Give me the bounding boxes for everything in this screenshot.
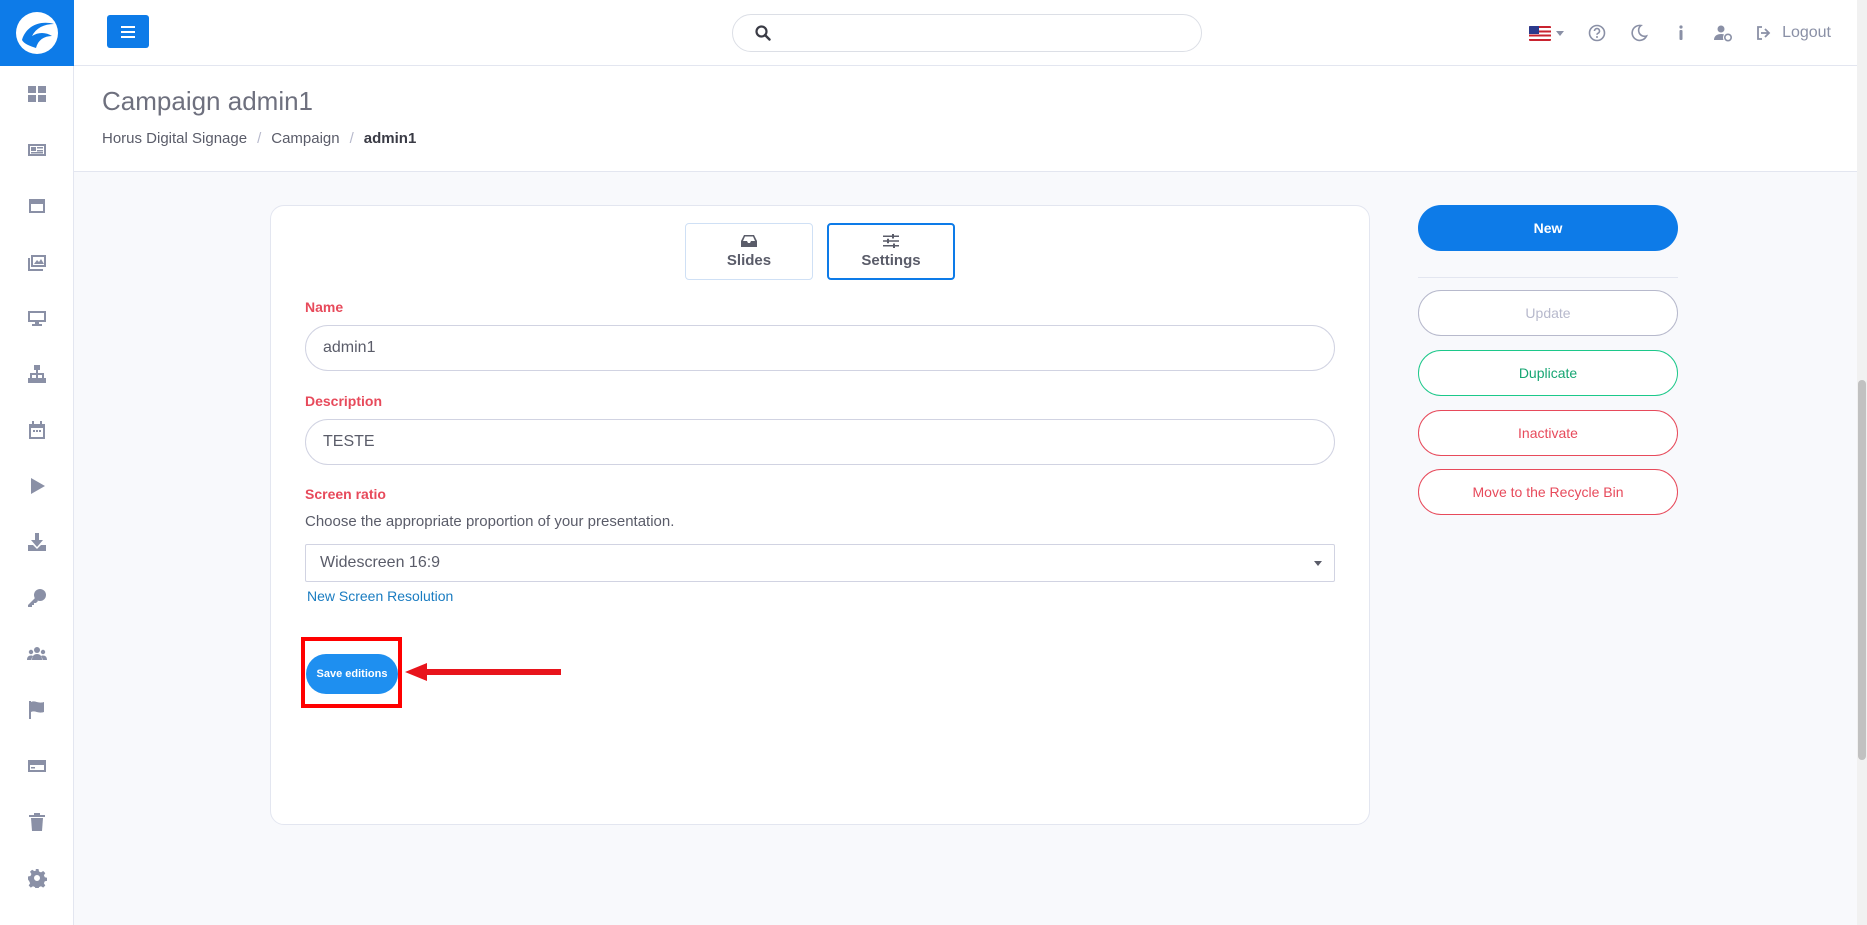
page-header: Campaign admin1 Horus Digital Signage / … (74, 66, 1867, 172)
sidebar-item-campaigns[interactable] (0, 458, 73, 514)
play-icon (30, 478, 45, 494)
sidebar-item-billing[interactable] (0, 738, 73, 794)
sliders-icon (883, 234, 899, 248)
newspaper-icon (27, 144, 46, 156)
sidebar-item-media[interactable] (0, 234, 73, 290)
sitemap-icon (27, 365, 46, 383)
info-button[interactable] (1660, 0, 1702, 66)
breadcrumb-separator: / (257, 130, 262, 147)
info-icon (1679, 25, 1683, 40)
monitor-icon (27, 311, 46, 326)
sidebar-item-schedule[interactable] (0, 402, 73, 458)
sidebar-item-window[interactable] (0, 178, 73, 234)
breadcrumb-current: admin1 (363, 130, 417, 147)
sidebar (0, 0, 74, 925)
name-label: Name (305, 299, 344, 315)
sidebar-item-downloads[interactable] (0, 514, 73, 570)
search-icon (755, 25, 771, 41)
duplicate-button[interactable]: Duplicate (1418, 350, 1678, 396)
page-scrollbar[interactable] (1857, 0, 1867, 925)
user-settings-button[interactable] (1702, 0, 1744, 66)
description-input[interactable] (305, 419, 1335, 465)
description-label: Description (305, 393, 383, 409)
tab-settings[interactable]: Settings (827, 223, 955, 280)
screen-ratio-helper: Choose the appropriate proportion of you… (305, 513, 675, 530)
topbar-actions: Logout (1517, 0, 1831, 66)
question-circle-icon (1588, 24, 1606, 42)
menu-toggle-button[interactable] (107, 15, 149, 48)
sidebar-item-settings[interactable] (0, 850, 73, 906)
breadcrumb: Horus Digital Signage / Campaign / admin… (102, 130, 416, 147)
hamburger-icon (121, 25, 135, 38)
move-to-recycle-bin-button[interactable]: Move to the Recycle Bin (1418, 469, 1678, 515)
save-editions-button[interactable]: Save editions (306, 654, 398, 694)
sidebar-item-recycle[interactable] (0, 794, 73, 850)
name-input[interactable] (305, 325, 1335, 371)
inbox-icon (741, 235, 757, 247)
us-flag-icon (1529, 25, 1552, 41)
help-button[interactable] (1576, 0, 1618, 66)
tab-settings-label: Settings (861, 252, 921, 269)
screen-ratio-select[interactable]: Widescreen 16:9 (305, 544, 1335, 582)
new-button[interactable]: New (1418, 205, 1678, 251)
sidebar-item-dashboard[interactable] (0, 66, 73, 122)
breadcrumb-separator: / (349, 130, 354, 147)
logout-button[interactable]: Logout (1744, 24, 1831, 42)
user-gear-icon (1714, 25, 1733, 42)
flag-icon (28, 701, 44, 719)
logout-label: Logout (1782, 24, 1831, 41)
annotation-arrow-icon (405, 663, 561, 681)
trash-icon (28, 813, 45, 831)
sidebar-item-licenses[interactable] (0, 570, 73, 626)
download-icon (27, 533, 46, 551)
eagle-logo-icon (16, 12, 58, 54)
search-bar[interactable] (732, 14, 1202, 52)
page-title: Campaign admin1 (102, 86, 314, 116)
actions-divider (1418, 277, 1678, 278)
sidebar-item-flags[interactable] (0, 682, 73, 738)
topbar: Logout (74, 0, 1867, 66)
new-screen-resolution-link[interactable]: New Screen Resolution (307, 588, 453, 604)
calendar-icon (28, 421, 45, 439)
app-logo[interactable] (0, 0, 74, 66)
sidebar-item-users[interactable] (0, 626, 73, 682)
tab-slides[interactable]: Slides (685, 223, 813, 280)
chevron-down-icon (1556, 30, 1565, 36)
images-icon (27, 255, 46, 271)
screen-ratio-label: Screen ratio (305, 486, 386, 502)
window-icon (28, 199, 45, 213)
moon-icon (1631, 24, 1649, 42)
breadcrumb-campaign[interactable]: Campaign (271, 130, 339, 147)
tab-slides-label: Slides (726, 252, 772, 269)
breadcrumb-home[interactable]: Horus Digital Signage (102, 130, 247, 147)
dark-mode-toggle[interactable] (1618, 0, 1660, 66)
screen-ratio-value: Widescreen 16:9 (320, 554, 441, 571)
sidebar-item-players[interactable] (0, 290, 73, 346)
campaign-settings-card: Slides Settings Name Description Screen … (270, 205, 1370, 825)
scrollbar-thumb[interactable] (1858, 380, 1866, 760)
gear-icon (27, 869, 47, 888)
inactivate-button[interactable]: Inactivate (1418, 410, 1678, 456)
language-selector[interactable] (1517, 0, 1576, 66)
users-icon (26, 647, 47, 660)
sidebar-item-groups[interactable] (0, 346, 73, 402)
sign-out-icon (1757, 26, 1771, 40)
dashboard-icon (27, 86, 46, 102)
key-icon (27, 589, 46, 607)
sidebar-item-news[interactable] (0, 122, 73, 178)
update-button[interactable]: Update (1418, 290, 1678, 336)
campaign-tabs: Slides Settings (685, 223, 955, 280)
card-icon (27, 760, 46, 772)
search-input[interactable] (785, 24, 1185, 42)
chevron-down-icon (1314, 560, 1322, 566)
